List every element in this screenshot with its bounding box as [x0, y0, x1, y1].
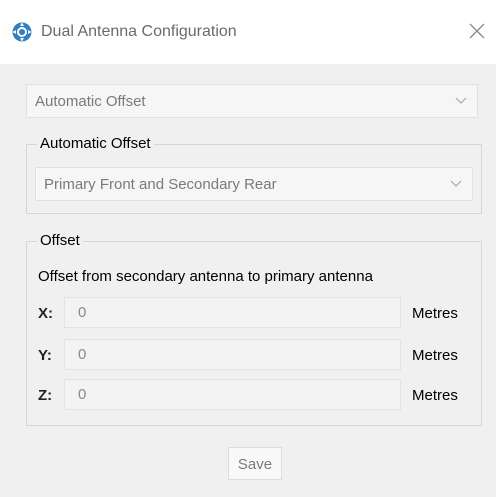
antenna-placement-select[interactable]: Primary Front and Secondary Rear	[35, 167, 473, 201]
x-offset-field[interactable]	[64, 297, 401, 328]
title-bar: Dual Antenna Configuration	[0, 0, 496, 64]
z-offset-field[interactable]	[64, 379, 401, 410]
window-title: Dual Antenna Configuration	[41, 23, 237, 40]
chevron-down-icon	[450, 180, 462, 187]
y-unit-label: Metres	[412, 347, 458, 364]
z-axis-label: Z:	[38, 387, 53, 404]
x-axis-label: X:	[38, 305, 53, 322]
offset-mode-selected-value: Automatic Offset	[35, 93, 146, 110]
chevron-down-icon	[455, 97, 467, 104]
offset-group: Offset Offset from secondary antenna to …	[26, 232, 482, 426]
automatic-offset-legend: Automatic Offset	[37, 135, 154, 153]
y-axis-label: Y:	[38, 347, 52, 364]
offset-description: Offset from secondary antenna to primary…	[38, 268, 373, 285]
offset-mode-select[interactable]: Automatic Offset	[26, 84, 478, 118]
antenna-config-icon	[12, 22, 32, 42]
x-unit-label: Metres	[412, 305, 458, 322]
save-button[interactable]: Save	[228, 447, 282, 480]
offset-legend: Offset	[37, 232, 83, 250]
automatic-offset-group: Automatic Offset Primary Front and Secon…	[26, 135, 482, 214]
antenna-placement-selected-value: Primary Front and Secondary Rear	[44, 176, 277, 193]
dual-antenna-dialog: Dual Antenna Configuration Automatic Off…	[0, 0, 496, 497]
z-unit-label: Metres	[412, 387, 458, 404]
close-icon[interactable]	[466, 20, 488, 42]
y-offset-field[interactable]	[64, 339, 401, 370]
